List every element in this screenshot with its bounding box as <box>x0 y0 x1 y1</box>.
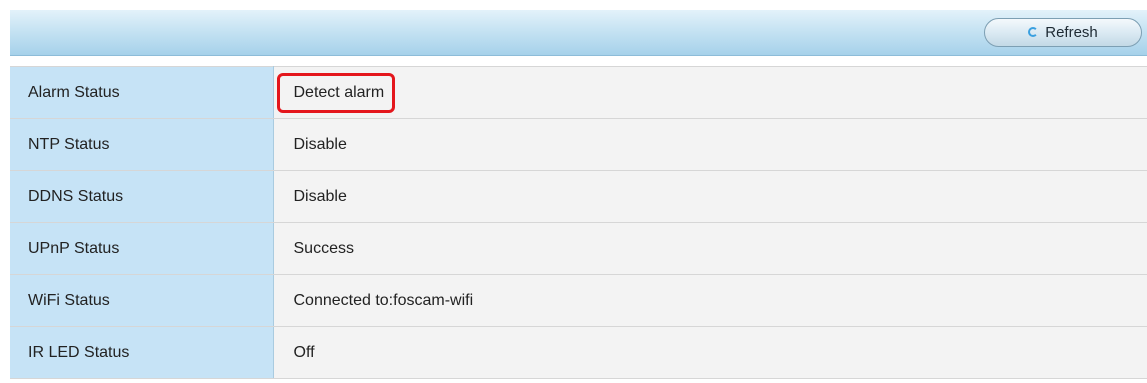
highlight-box: Detect alarm <box>276 72 396 113</box>
refresh-button[interactable]: Refresh <box>984 18 1142 47</box>
row-value: Success <box>273 222 1147 275</box>
table-row-upnp-status: UPnP Status Success <box>10 222 1147 275</box>
row-label: IR LED Status <box>10 326 274 379</box>
row-value: Detect alarm <box>293 83 385 101</box>
row-value: Off <box>273 326 1147 379</box>
row-value: Disable <box>273 170 1147 223</box>
row-label: UPnP Status <box>10 222 274 275</box>
refresh-icon <box>1028 26 1040 39</box>
row-label: WiFi Status <box>10 274 274 327</box>
row-label: NTP Status <box>10 118 274 171</box>
row-value: Disable <box>273 118 1147 171</box>
row-label: DDNS Status <box>10 170 274 223</box>
table-row-wifi-status: WiFi Status Connected to:foscam-wifi <box>10 274 1147 327</box>
row-value: Connected to:foscam-wifi <box>273 274 1147 327</box>
row-value-cell: Detect alarm <box>273 66 1147 119</box>
table-row-ddns-status: DDNS Status Disable <box>10 170 1147 223</box>
status-table: Alarm Status Detect alarm NTP Status Dis… <box>10 66 1147 379</box>
table-row-ir-led-status: IR LED Status Off <box>10 326 1147 379</box>
status-panel: Refresh Alarm Status Detect alarm NTP St… <box>10 10 1147 383</box>
table-row-alarm-status: Alarm Status Detect alarm <box>10 66 1147 119</box>
toolbar: Refresh <box>10 10 1147 56</box>
row-label: Alarm Status <box>10 66 274 119</box>
table-row-ntp-status: NTP Status Disable <box>10 118 1147 171</box>
refresh-button-label: Refresh <box>1045 24 1098 41</box>
